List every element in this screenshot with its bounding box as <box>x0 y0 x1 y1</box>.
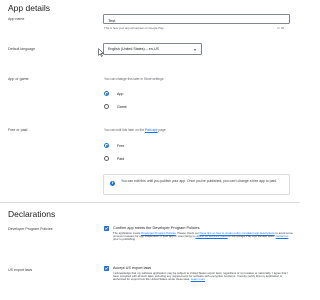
developer-policies-title: Confirm app meets the Developer Program … <box>113 226 200 230</box>
us-export-laws-checkbox[interactable] <box>104 266 109 271</box>
app-name-counter: 4 / 30 <box>277 26 284 30</box>
chevron-down-icon <box>194 48 196 51</box>
us-export-laws-description: I acknowledge that my software applicati… <box>113 270 288 282</box>
checkmark-icon <box>104 267 108 270</box>
us-export-laws-label: US export laws <box>8 268 33 272</box>
radio-app[interactable] <box>104 91 109 96</box>
app-name-input[interactable]: Test <box>103 14 290 24</box>
default-language-value: English (United States) – en-US <box>108 47 159 52</box>
developer-policies-description: The application meets Developer Program … <box>113 230 293 242</box>
radio-free-label: Free <box>117 143 125 148</box>
declarations-heading: Declarations <box>8 209 56 219</box>
free-paid-info-text: You can edit this until you publish your… <box>121 179 277 183</box>
developer-policies-checkbox[interactable] <box>104 226 109 231</box>
app-name-helper: This is how your app will appear on Goog… <box>104 26 164 30</box>
radio-free[interactable] <box>104 143 109 148</box>
app-or-game-hint: You can change this later in Store setti… <box>104 77 164 81</box>
developer-program-policies-label: Developer Program Policies <box>8 227 53 231</box>
mouse-cursor-icon <box>98 48 104 57</box>
checkmark-icon <box>104 227 108 230</box>
radio-paid[interactable] <box>104 156 109 161</box>
free-or-paid-hint: You can edit this later on the Paid app … <box>104 128 166 132</box>
free-or-paid-label: Free or paid <box>8 128 28 132</box>
info-icon: i <box>110 181 115 186</box>
contact-us-link[interactable]: contact us <box>276 234 289 238</box>
default-language-label: Default language <box>8 47 36 51</box>
radio-app-label: App <box>117 91 124 96</box>
radio-game[interactable] <box>104 104 109 109</box>
app-name-label: App name <box>8 17 25 21</box>
default-language-select[interactable]: English (United States) – en-US <box>103 43 202 55</box>
free-paid-info-box: i You can edit this until you publish yo… <box>103 174 290 195</box>
app-or-game-label: App or game <box>8 77 29 81</box>
app-details-heading: App details <box>8 3 51 13</box>
paid-app-link[interactable]: Paid app <box>145 128 158 132</box>
learn-more-link[interactable]: Learn more <box>191 277 205 281</box>
section-divider <box>0 202 300 203</box>
radio-game-label: Game <box>117 104 127 109</box>
radio-paid-label: Paid <box>117 156 125 161</box>
app-name-value: Test <box>108 17 116 23</box>
us-export-laws-title: Accept US export laws <box>113 266 152 270</box>
advance-notice-link[interactable]: eligible for advance notice <box>195 234 227 238</box>
